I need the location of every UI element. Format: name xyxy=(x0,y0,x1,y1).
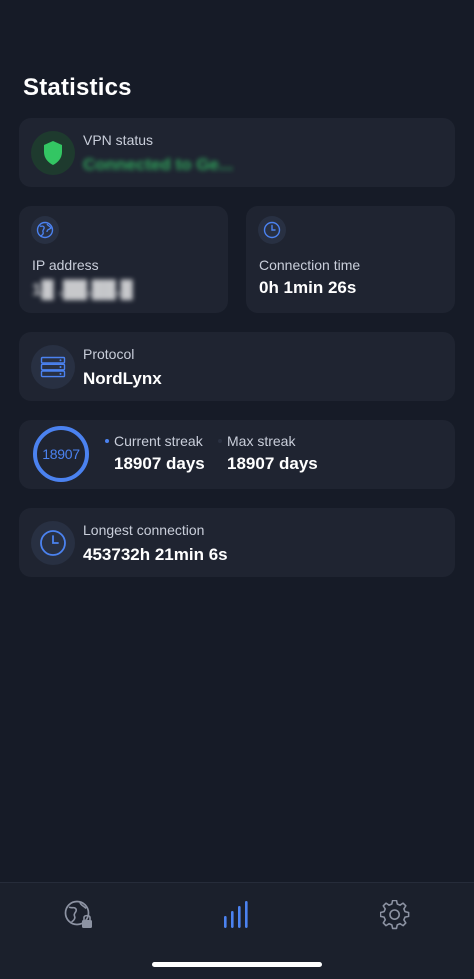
server-icon xyxy=(40,356,66,378)
vpn-status-card[interactable]: VPN status Connected to Ge... xyxy=(19,118,455,187)
ip-address-value-text: 1█ .██.██.█ xyxy=(32,280,133,299)
gear-icon xyxy=(380,900,410,930)
streak-card[interactable]: 18907 Current streak 18907 days Max stre… xyxy=(19,420,455,489)
tab-statistics[interactable] xyxy=(219,897,255,933)
ip-address-label: IP address xyxy=(32,257,99,273)
ip-address-value: 1█ .██.██.█ xyxy=(32,280,133,300)
page-title: Statistics xyxy=(23,74,132,101)
tab-settings[interactable] xyxy=(377,897,413,933)
clock-icon xyxy=(263,221,281,239)
streak-ring-value: 18907 xyxy=(42,446,80,462)
streak-ring: 18907 xyxy=(33,426,89,482)
longest-connection-value: 453732h 21min 6s xyxy=(83,545,228,564)
vpn-status-value: Connected to Ge... xyxy=(83,155,233,175)
max-streak-label: Max streak xyxy=(227,433,296,449)
ip-address-card[interactable]: IP address 1█ .██.██.█ xyxy=(19,206,228,313)
max-streak-dot xyxy=(218,439,222,443)
protocol-label: Protocol xyxy=(83,346,135,362)
tab-vpn[interactable] xyxy=(61,897,97,933)
connection-time-value: 0h 1min 26s xyxy=(259,278,357,297)
clock-icon xyxy=(40,530,66,556)
vpn-status-label: VPN status xyxy=(83,132,154,148)
max-streak-value: 18907 days xyxy=(227,454,318,473)
globe-lock-icon xyxy=(64,900,92,928)
protocol-card[interactable]: Protocol NordLynx xyxy=(19,332,455,401)
ip-address-icon-wrap xyxy=(31,216,59,244)
connection-time-label: Connection time xyxy=(259,257,361,273)
connection-time-icon-wrap xyxy=(258,216,286,244)
home-indicator xyxy=(152,962,322,967)
current-streak-value: 18907 days xyxy=(114,454,205,473)
globe-icon xyxy=(36,221,54,239)
vpn-status-value-text: Connected to Ge... xyxy=(83,155,234,174)
longest-connection-card[interactable]: Longest connection 453732h 21min 6s xyxy=(19,508,455,577)
vpn-status-icon-wrap xyxy=(31,131,75,175)
longest-connection-label: Longest connection xyxy=(83,522,205,538)
current-streak-dot xyxy=(105,439,109,443)
protocol-icon-wrap xyxy=(31,345,75,389)
bar-chart-icon xyxy=(224,901,248,928)
protocol-value: NordLynx xyxy=(83,369,162,388)
connection-time-card[interactable]: Connection time 0h 1min 26s xyxy=(246,206,455,313)
longest-connection-icon-wrap xyxy=(31,521,75,565)
shield-icon xyxy=(44,141,62,165)
current-streak-label: Current streak xyxy=(114,433,203,449)
